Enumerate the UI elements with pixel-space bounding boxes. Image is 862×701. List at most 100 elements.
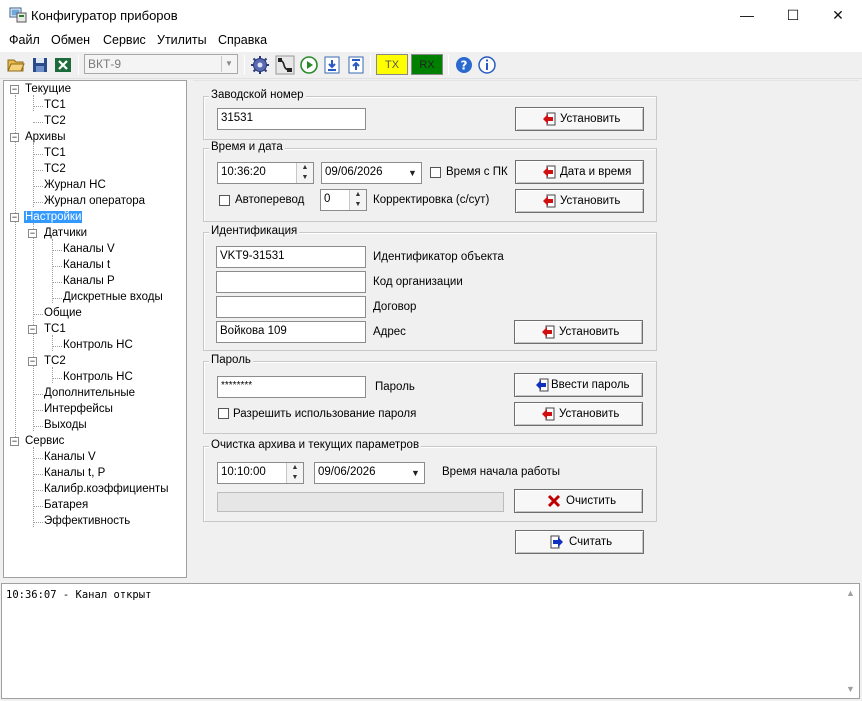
navigation-tree[interactable]: − − − − − − − Текущие ТС1 ТС2 Архивы ТС1… xyxy=(3,80,187,578)
tree-item-channels-t[interactable]: Каналы t xyxy=(63,259,110,271)
password-set-button[interactable]: Установить xyxy=(514,402,643,426)
identification-set-button[interactable]: Установить xyxy=(514,320,643,344)
tree-item-outputs[interactable]: Выходы xyxy=(44,419,87,431)
tree-item-ts2-event-control[interactable]: Контроль НС xyxy=(63,371,133,383)
close-button[interactable]: ✕ xyxy=(815,0,861,31)
info-icon[interactable] xyxy=(477,55,497,75)
menu-file[interactable]: Файл xyxy=(9,33,40,47)
tree-item-calibration[interactable]: Калибр.коэффициенты xyxy=(44,483,168,495)
tree-item-archives-ts2[interactable]: ТС2 xyxy=(44,163,66,175)
connect-icon[interactable] xyxy=(275,55,295,75)
address-input[interactable]: Войкова 109 xyxy=(216,321,366,343)
clear-button[interactable]: Очистить xyxy=(514,489,643,513)
tree-item-general[interactable]: Общие xyxy=(44,307,82,319)
correction-input[interactable]: 0 ▲ ▼ xyxy=(320,189,367,211)
password-input[interactable]: ******** xyxy=(217,376,366,398)
collapse-toggle-icon[interactable]: − xyxy=(10,213,19,222)
tree-item-operator-log[interactable]: Журнал оператора xyxy=(44,195,145,207)
tree-item-efficiency[interactable]: Эффективность xyxy=(44,515,130,527)
menu-service[interactable]: Сервис xyxy=(103,33,146,47)
enter-password-button[interactable]: Ввести пароль xyxy=(514,373,643,397)
menu-exchange[interactable]: Обмен xyxy=(51,33,90,47)
cross-icon xyxy=(547,494,561,508)
tree-item-settings[interactable]: Настройки xyxy=(24,211,83,223)
start-label: Время начала работы xyxy=(442,466,561,478)
collapse-toggle-icon[interactable]: − xyxy=(28,325,37,334)
object-id-input[interactable]: VKT9-31531 xyxy=(216,246,366,268)
tree-item-additional[interactable]: Дополнительные xyxy=(44,387,135,399)
contract-label: Договор xyxy=(373,301,417,313)
pc-time-label: Время с ПК xyxy=(446,166,508,178)
tree-item-current-ts2[interactable]: ТС2 xyxy=(44,115,66,127)
excel-icon[interactable] xyxy=(53,55,73,75)
read-button[interactable]: Считать xyxy=(515,530,644,554)
upload-icon[interactable] xyxy=(346,55,366,75)
menu-help[interactable]: Справка xyxy=(218,33,267,47)
collapse-toggle-icon[interactable]: − xyxy=(10,133,19,142)
tree-item-current-ts1[interactable]: ТС1 xyxy=(44,99,66,111)
help-icon[interactable]: ? xyxy=(454,55,474,75)
tree-item-discrete-inputs[interactable]: Дискретные входы xyxy=(63,291,163,303)
tree-item-channels-v[interactable]: Каналы V xyxy=(63,243,115,255)
tree-item-archives[interactable]: Архивы xyxy=(25,131,66,143)
datetime-set-label: Установить xyxy=(560,195,621,207)
collapse-toggle-icon[interactable]: − xyxy=(10,437,19,446)
allow-password-checkbox[interactable] xyxy=(218,408,229,419)
tree-item-ts1-event-control[interactable]: Контроль НС xyxy=(63,339,133,351)
correction-spinner[interactable]: ▲ ▼ xyxy=(349,190,366,210)
pc-time-checkbox[interactable] xyxy=(430,167,441,178)
collapse-toggle-icon[interactable]: − xyxy=(28,229,37,238)
start-date-combo[interactable]: 09/06/2026 ▼ xyxy=(314,462,425,484)
correction-label: Корректировка (с/сут) xyxy=(373,194,490,206)
tree-item-sensors[interactable]: Датчики xyxy=(44,227,87,239)
minimize-button[interactable]: — xyxy=(724,0,770,31)
collapse-toggle-icon[interactable]: − xyxy=(28,357,37,366)
tree-item-service[interactable]: Сервис xyxy=(25,435,64,447)
tree-item-service-channels-tp[interactable]: Каналы t, P xyxy=(44,467,105,479)
autotransfer-label: Автоперевод xyxy=(235,194,305,206)
tree-item-event-log[interactable]: Журнал НС xyxy=(44,179,106,191)
device-select-value: ВКТ-9 xyxy=(88,57,121,71)
device-select[interactable]: ВКТ-9 ▼ xyxy=(84,54,238,74)
menu-utilities[interactable]: Утилиты xyxy=(157,33,207,47)
arrow-left-icon xyxy=(543,194,556,208)
svg-text:?: ? xyxy=(461,59,468,73)
tree-item-channels-p[interactable]: Каналы P xyxy=(63,275,115,287)
scroll-down-icon[interactable]: ▼ xyxy=(846,684,855,694)
serial-set-button[interactable]: Установить xyxy=(515,107,644,131)
serial-number-input[interactable]: 31531 xyxy=(217,108,366,130)
open-folder-icon[interactable] xyxy=(6,55,26,75)
time-spinner[interactable]: ▲ ▼ xyxy=(296,163,313,183)
scroll-up-icon[interactable]: ▲ xyxy=(846,588,855,598)
org-code-input[interactable] xyxy=(216,271,366,293)
object-id-label: Идентификатор объекта xyxy=(373,251,504,263)
password-label: Пароль xyxy=(375,381,415,393)
tree-item-settings-ts2[interactable]: ТС2 xyxy=(44,355,66,367)
autotransfer-checkbox[interactable] xyxy=(219,195,230,206)
tree-item-service-channels-v[interactable]: Каналы V xyxy=(44,451,96,463)
start-time-spinner[interactable]: ▲ ▼ xyxy=(286,463,303,483)
chevron-down-icon[interactable]: ▼ xyxy=(407,463,424,483)
tree-item-archives-ts1[interactable]: ТС1 xyxy=(44,147,66,159)
gear-icon[interactable] xyxy=(250,55,270,75)
datetime-button[interactable]: Дата и время xyxy=(515,160,644,184)
date-combo[interactable]: 09/06/2026 ▼ xyxy=(321,162,422,184)
save-icon[interactable] xyxy=(30,55,50,75)
chevron-down-icon[interactable]: ▼ xyxy=(404,163,421,183)
contract-input[interactable] xyxy=(216,296,366,318)
maximize-button[interactable]: ☐ xyxy=(770,0,816,31)
tree-item-current[interactable]: Текущие xyxy=(25,83,71,95)
start-time-input[interactable]: 10:10:00 ▲ ▼ xyxy=(217,462,304,484)
play-icon[interactable] xyxy=(299,55,319,75)
log-scrollbar[interactable]: ▲ ▼ xyxy=(842,584,859,698)
tree-item-settings-ts1[interactable]: ТС1 xyxy=(44,323,66,335)
password-group-title: Пароль xyxy=(209,354,253,366)
log-line: 10:36:07 - Канал открыт xyxy=(6,589,152,601)
collapse-toggle-icon[interactable]: − xyxy=(10,85,19,94)
tree-item-interfaces[interactable]: Интерфейсы xyxy=(44,403,113,415)
log-panel[interactable]: 10:36:07 - Канал открыт ▲ ▼ xyxy=(1,583,860,699)
datetime-set-button[interactable]: Установить xyxy=(515,189,644,213)
time-input[interactable]: 10:36:20 ▲ ▼ xyxy=(217,162,314,184)
tree-item-battery[interactable]: Батарея xyxy=(44,499,88,511)
download-icon[interactable] xyxy=(322,55,342,75)
